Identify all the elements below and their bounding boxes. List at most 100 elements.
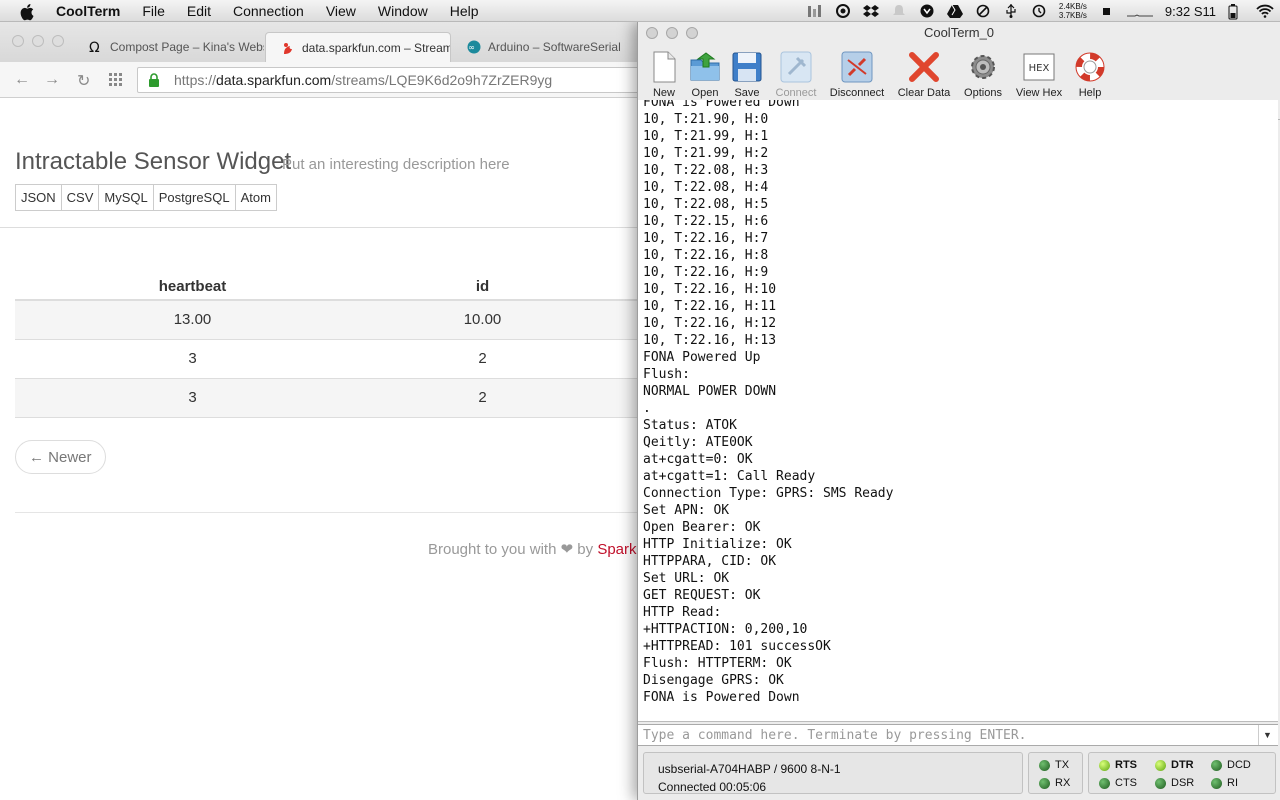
led-rts[interactable]: RTS <box>1099 759 1137 771</box>
floppy-disk-icon <box>730 50 764 84</box>
net-down-rate: 3.7KB/s <box>1058 11 1087 20</box>
terminal-line: FONA Powered Up <box>643 350 761 365</box>
terminal-line: Flush: HTTPTERM: OK <box>643 656 792 671</box>
clear-x-icon <box>907 50 941 84</box>
menu-help[interactable]: Help <box>450 3 479 19</box>
gear-icon <box>966 50 1000 84</box>
export-postgresql-button[interactable]: PostgreSQL <box>152 184 236 211</box>
tab-label: Arduino – SoftwareSerial <box>488 40 621 54</box>
terminal-line: 10, T:21.90, H:0 <box>643 112 769 127</box>
apple-icon[interactable] <box>20 3 40 20</box>
tab-sparkfun-stream[interactable]: data.sparkfun.com – Stream <box>265 32 451 62</box>
led-indicator-icon <box>1155 777 1166 789</box>
led-indicator-icon <box>1039 777 1050 789</box>
coolterm-close-button[interactable] <box>646 27 658 39</box>
export-mysql-button[interactable]: MySQL <box>98 184 154 211</box>
tab-label: data.sparkfun.com – Stream <box>302 40 451 55</box>
toolbar-label: View Hex <box>1015 87 1063 99</box>
connect-plug-icon <box>779 50 813 84</box>
bell-icon[interactable] <box>891 4 907 18</box>
disconnect-plug-icon <box>840 50 874 84</box>
google-drive-icon[interactable] <box>946 4 963 18</box>
menu-connection[interactable]: Connection <box>233 3 304 19</box>
led-ri: RI <box>1211 777 1238 789</box>
chevron-down-icon[interactable]: ▼ <box>1258 725 1276 745</box>
led-dsr: DSR <box>1155 777 1194 789</box>
net-up-rate: 2.4KB/s <box>1058 2 1087 11</box>
tab-label: Compost Page – Kina's Webs <box>110 40 264 54</box>
disconnect-button[interactable]: Disconnect <box>825 50 889 99</box>
toolbar-label: Connect <box>775 87 817 99</box>
menu-window[interactable]: Window <box>378 3 428 19</box>
table-row: 3 2 <box>15 378 655 418</box>
usb-icon[interactable] <box>1003 4 1019 18</box>
tab-arduino[interactable]: ∞ Arduino – SoftwareSerial <box>452 32 637 62</box>
terminal-line: 10, T:22.16, H:10 <box>643 282 777 297</box>
tab-compost-page[interactable]: Ω Compost Page – Kina's Webs <box>74 32 264 62</box>
export-atom-button[interactable]: Atom <box>234 184 277 211</box>
evernote-icon[interactable] <box>919 4 935 18</box>
led-dcd: DCD <box>1211 759 1251 771</box>
options-button[interactable]: Options <box>951 50 1015 99</box>
omega-favicon-icon: Ω <box>88 40 102 56</box>
terminal-line: Disengage GPRS: OK <box>643 673 784 688</box>
cell-id: 2 <box>370 339 595 379</box>
browser-zoom-button[interactable] <box>52 35 64 47</box>
export-csv-button[interactable]: CSV <box>60 184 100 211</box>
footer-sparkfun-link[interactable]: Spark <box>597 541 636 558</box>
dropbox-icon[interactable] <box>862 4 879 18</box>
coolterm-zoom-button[interactable] <box>686 27 698 39</box>
address-bar[interactable]: https://data.sparkfun.com/streams/LQE9K6… <box>137 67 657 93</box>
reload-icon[interactable]: ↻ <box>77 71 90 91</box>
url-scheme: https:// <box>174 72 217 88</box>
footer-divider <box>15 512 655 513</box>
column-header-id: id <box>370 274 595 301</box>
url-path: /streams/LQE9K6d2o9h7ZrZER9yg <box>331 72 553 88</box>
activity-graph-icon[interactable] <box>1126 4 1153 18</box>
connection-status-panel: usbserial-A704HABP / 9600 8-N-1 Connecte… <box>643 752 1023 794</box>
terminal-line: +HTTPREAD: 101 successOK <box>643 639 831 654</box>
led-indicator-icon <box>1211 759 1222 771</box>
menu-app-name[interactable]: CoolTerm <box>56 3 120 19</box>
browser-close-button[interactable] <box>12 35 24 47</box>
browser-minimize-button[interactable] <box>32 35 44 47</box>
back-arrow-icon[interactable]: ← <box>14 71 30 89</box>
newer-page-button[interactable]: ← Newer <box>15 440 106 474</box>
svg-text:Ω: Ω <box>89 40 100 54</box>
svg-text:∞: ∞ <box>468 43 475 52</box>
menu-file[interactable]: File <box>142 3 165 19</box>
terminal-lines: FONA is Powered Down 10, T:21.90, H:0 10, … <box>638 100 1278 706</box>
sparkfun-favicon-icon <box>280 41 294 55</box>
command-input[interactable] <box>638 725 1253 745</box>
stop-icon[interactable] <box>1099 4 1115 18</box>
export-json-button[interactable]: JSON <box>15 184 62 211</box>
forward-arrow-icon[interactable]: → <box>44 71 60 89</box>
network-rates: 2.4KB/s 3.7KB/s <box>1059 2 1087 20</box>
record-icon[interactable] <box>835 4 851 18</box>
blocked-icon[interactable] <box>975 4 991 18</box>
battery-icon[interactable] <box>1228 4 1244 20</box>
wifi-icon[interactable] <box>1256 4 1274 18</box>
menu-edit[interactable]: Edit <box>187 3 211 19</box>
terminal-output[interactable]: FONA is Powered Down 10, T:21.90, H:0 10, … <box>638 100 1278 722</box>
lifebuoy-icon <box>1073 50 1107 84</box>
connect-button[interactable]: Connect <box>764 50 828 99</box>
menu-view[interactable]: View <box>326 3 356 19</box>
toolbar-label: New <box>652 87 675 99</box>
cell-heartbeat: 3 <box>15 339 370 379</box>
terminal-line: 10, T:22.08, H:4 <box>643 180 769 195</box>
led-dtr[interactable]: DTR <box>1155 759 1194 771</box>
terminal-line: 10, T:22.16, H:8 <box>643 248 769 263</box>
terminal-line: . <box>643 401 651 416</box>
coolterm-titlebar[interactable]: CoolTerm_0 <box>638 22 1280 44</box>
help-button[interactable]: Help <box>1058 50 1122 99</box>
time-machine-icon[interactable] <box>1031 4 1047 18</box>
clear-data-button[interactable]: Clear Data <box>892 50 956 99</box>
terminal-line: GET REQUEST: OK <box>643 588 761 603</box>
menubar-clock[interactable]: 9:32 S11 <box>1165 4 1216 19</box>
apps-grid-icon[interactable] <box>109 73 123 92</box>
coolterm-window: CoolTerm_0 New Open Save Connect Disconn… <box>637 22 1280 800</box>
coolterm-minimize-button[interactable] <box>666 27 678 39</box>
led-indicator-icon <box>1099 759 1110 771</box>
stats-icon[interactable] <box>807 4 823 18</box>
